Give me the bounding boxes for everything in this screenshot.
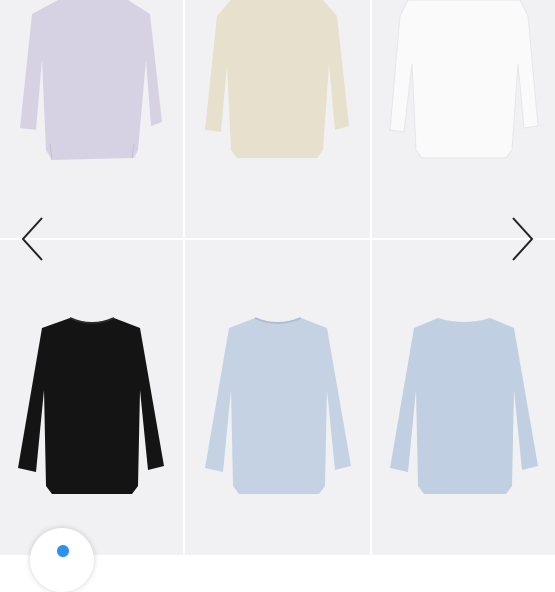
chevron-right-icon: [512, 217, 534, 261]
grid-divider: [183, 0, 185, 555]
next-button[interactable]: [507, 214, 537, 264]
chevron-left-icon: [21, 217, 43, 261]
product-thumb-white[interactable]: [372, 0, 555, 238]
light-blue-top-back-image: [390, 318, 538, 494]
light-blue-top-image: [205, 317, 351, 494]
info-fab-button[interactable]: [30, 528, 94, 592]
beige-top-image: [205, 0, 349, 158]
info-icon: [57, 545, 69, 557]
product-thumb-black[interactable]: [0, 240, 183, 555]
product-image-grid: [0, 0, 555, 555]
grid-divider: [370, 0, 372, 555]
product-thumb-beige[interactable]: [185, 0, 370, 238]
product-thumb-lavender[interactable]: [0, 0, 183, 238]
grid-divider: [0, 238, 555, 240]
product-thumb-light-blue[interactable]: [185, 240, 370, 555]
black-top-image: [18, 317, 164, 494]
white-top-image: [389, 0, 539, 159]
product-thumb-light-blue-back[interactable]: [372, 240, 555, 555]
prev-button[interactable]: [18, 214, 48, 264]
lavender-top-image: [20, 0, 162, 161]
